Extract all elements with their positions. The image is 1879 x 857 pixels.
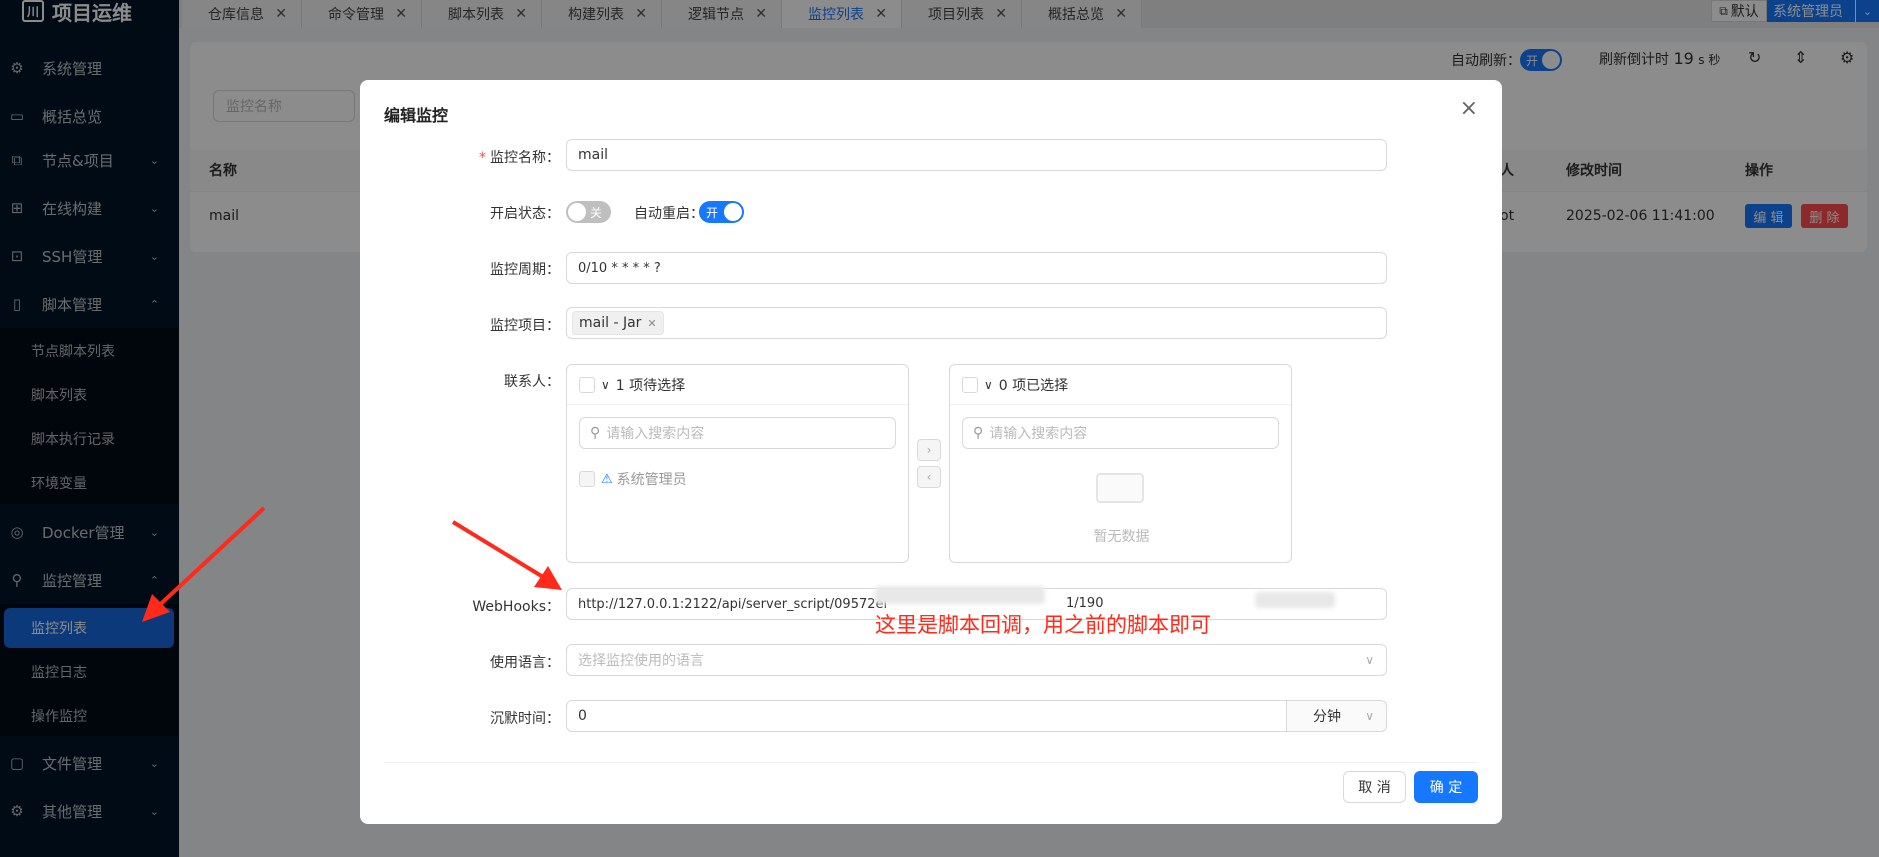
input-value: 0 xyxy=(578,708,587,724)
redacted-area xyxy=(1255,592,1335,608)
chevron-down-icon: ∨ xyxy=(1365,709,1374,723)
silence-time-input[interactable]: 0 xyxy=(566,700,1287,732)
annotation-text: 这里是脚本回调，用之前的脚本即可 xyxy=(875,613,1211,637)
cancel-button[interactable]: 取 消 xyxy=(1343,771,1406,803)
enable-status-switch[interactable]: 关 xyxy=(566,201,611,223)
empty-text: 暂无数据 xyxy=(1093,529,1150,545)
transfer-target-header: ∨ 0 项已选择 xyxy=(950,365,1291,405)
contact-label: 联系人： xyxy=(504,374,560,390)
status-label: 开启状态： xyxy=(490,206,560,222)
search-icon: ⚲ xyxy=(973,425,984,441)
move-left-button[interactable]: ‹ xyxy=(917,466,941,488)
input-value: http://127.0.0.1:2122/api/server_script/… xyxy=(578,596,888,612)
label-text: 监控名称 xyxy=(490,150,546,166)
transfer-source-list: ∨ 1 项待选择 ⚲ 请输入搜索内容 ⚠ 系统管理员 xyxy=(566,364,909,563)
label-text: 自动重启 xyxy=(634,206,690,222)
empty-inbox-icon xyxy=(1096,473,1144,503)
label-text: 监控周期 xyxy=(490,262,546,278)
name-label: * 监控名称： xyxy=(479,150,560,166)
move-right-button[interactable]: › xyxy=(917,439,941,461)
transfer-target-search[interactable]: ⚲ 请输入搜索内容 xyxy=(962,417,1279,449)
transfer-source-search[interactable]: ⚲ 请输入搜索内容 xyxy=(579,417,896,449)
switch-knob xyxy=(568,203,586,221)
item-checkbox[interactable] xyxy=(579,471,595,487)
language-select[interactable]: 选择监控使用的语言 ∨ xyxy=(566,644,1387,676)
select-all-checkbox[interactable] xyxy=(962,376,978,393)
tag-label: mail - Jar xyxy=(579,315,642,331)
close-icon[interactable]: × xyxy=(1460,96,1478,121)
transfer-item[interactable]: ⚠ 系统管理员 xyxy=(579,469,687,489)
transfer-count: 0 项已选择 xyxy=(998,377,1069,394)
auto-restart-switch[interactable]: 开 xyxy=(699,201,744,223)
label-text: 沉默时间 xyxy=(490,711,546,727)
auto-restart-label: 自动重启： xyxy=(634,206,704,222)
switch-state: 关 xyxy=(590,205,603,220)
transfer-item-label: 系统管理员 xyxy=(616,472,687,488)
close-icon[interactable]: ✕ xyxy=(647,317,656,330)
switch-state: 开 xyxy=(706,205,719,220)
label-text: 开启状态 xyxy=(490,206,546,222)
project-tag: mail - Jar ✕ xyxy=(572,311,664,335)
label-text: 联系人 xyxy=(504,374,546,390)
label-text: 使用语言 xyxy=(490,655,546,671)
project-select[interactable]: mail - Jar ✕ xyxy=(566,307,1387,339)
select-value: 分钟 xyxy=(1313,709,1341,725)
input-value: 0/10 * * * * ? xyxy=(578,260,661,276)
cycle-label: 监控周期： xyxy=(490,262,560,278)
project-label: 监控项目： xyxy=(490,318,560,334)
ok-button[interactable]: 确 定 xyxy=(1414,771,1478,803)
search-placeholder: 请输入搜索内容 xyxy=(989,426,1088,442)
search-placeholder: 请输入搜索内容 xyxy=(606,426,705,442)
chevron-down-icon[interactable]: ∨ xyxy=(984,378,993,392)
webhooks-label: WebHooks： xyxy=(472,599,560,615)
silence-label: 沉默时间： xyxy=(490,711,560,727)
chevron-down-icon[interactable]: ∨ xyxy=(601,378,610,392)
chevron-down-icon: ∨ xyxy=(1365,653,1374,667)
select-all-checkbox[interactable] xyxy=(579,376,595,393)
redacted-area xyxy=(875,586,1045,604)
language-label: 使用语言： xyxy=(490,655,560,671)
cycle-input[interactable]: 0/10 * * * * ? xyxy=(566,252,1387,284)
input-value: mail xyxy=(578,147,608,163)
label-text: 监控项目 xyxy=(490,318,546,334)
transfer-count: 1 项待选择 xyxy=(615,377,686,394)
label-text: WebHooks xyxy=(472,599,546,615)
required-mark: * xyxy=(479,150,486,166)
select-placeholder: 选择监控使用的语言 xyxy=(578,653,704,669)
silence-unit-select[interactable]: 分钟 ∨ xyxy=(1286,700,1387,732)
modal-title: 编辑监控 xyxy=(384,106,449,125)
transfer-source-header: ∨ 1 项待选择 xyxy=(567,365,908,405)
switch-knob xyxy=(724,203,742,221)
warning-icon: ⚠ xyxy=(601,471,613,487)
transfer-target-list: ∨ 0 项已选择 ⚲ 请输入搜索内容 暂无数据 xyxy=(949,364,1292,563)
modal-footer-divider xyxy=(384,762,1478,763)
search-icon: ⚲ xyxy=(590,425,601,441)
monitor-name-input[interactable]: mail xyxy=(566,139,1387,171)
